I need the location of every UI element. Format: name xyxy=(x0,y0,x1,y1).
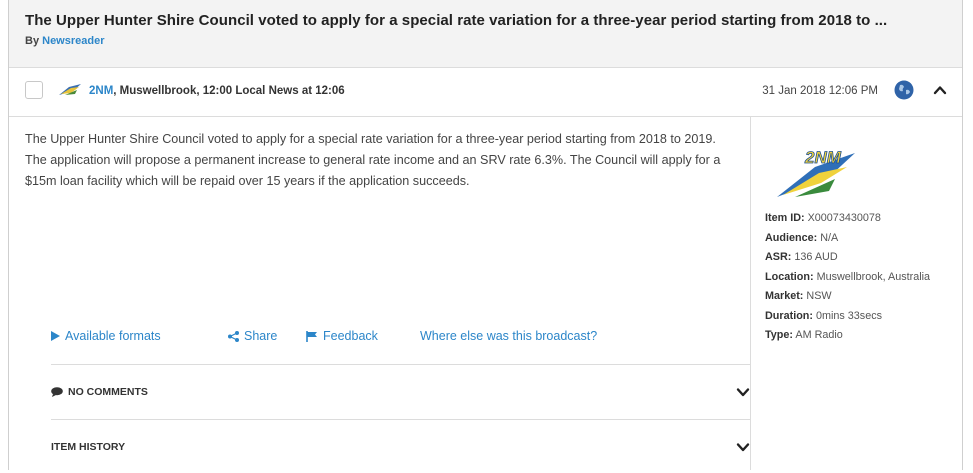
duration-row: Duration: 0mins 33secs xyxy=(765,309,882,322)
item-metadata: Item ID: X00073430078 Audience: N/A ASR:… xyxy=(765,209,945,346)
comments-section[interactable]: NO COMMENTS xyxy=(51,364,751,418)
item-title[interactable]: The Upper Hunter Shire Council voted to … xyxy=(25,12,955,29)
feedback-link[interactable]: Feedback xyxy=(306,329,378,343)
history-header: ITEM HISTORY xyxy=(51,441,125,453)
byline-prefix: By xyxy=(25,35,40,47)
history-label: ITEM HISTORY xyxy=(51,441,126,453)
chevron-down-icon[interactable] xyxy=(735,384,751,400)
source-label: 2NM, Muswellbrook, 12:00 Local News at 1… xyxy=(89,85,345,97)
comments-header: NO COMMENTS xyxy=(51,386,148,398)
available-formats-label: Available formats xyxy=(65,329,161,343)
station-link[interactable]: 2NM xyxy=(89,85,113,97)
chevron-down-icon[interactable] xyxy=(735,439,751,455)
broadcast-elsewhere-link[interactable]: Where else was this broadcast? xyxy=(420,329,597,343)
summary-column: The Upper Hunter Shire Council voted to … xyxy=(9,117,751,473)
market-row: Market: NSW xyxy=(765,290,832,302)
audience-row: Audience: N/A xyxy=(765,231,839,244)
play-icon xyxy=(51,331,60,341)
share-link[interactable]: Share xyxy=(228,329,277,343)
details-sidebar: 2NM Item ID: X00073430078 Audience: N/A … xyxy=(750,117,962,470)
location-row: Location: Muswellbrook, Australia xyxy=(765,270,931,283)
share-label: Share xyxy=(244,329,278,343)
source-details: , Muswellbrook, 12:00 Local News at 12:0… xyxy=(113,85,345,97)
station-logo: 2NM xyxy=(777,148,855,197)
flag-icon xyxy=(306,330,317,342)
feedback-label: Feedback xyxy=(323,329,378,343)
globe-icon[interactable] xyxy=(894,80,914,100)
asr-row: ASR: 136 AUD xyxy=(765,251,838,263)
broadcast-elsewhere-label: Where else was this broadcast? xyxy=(420,329,598,343)
item-history-section[interactable]: ITEM HISTORY xyxy=(51,419,751,473)
select-checkbox[interactable] xyxy=(25,81,43,99)
comments-label: NO COMMENTS xyxy=(68,386,148,398)
broadcast-datetime: 31 Jan 2018 12:06 PM xyxy=(762,85,878,97)
share-icon xyxy=(228,330,239,342)
item-content: The Upper Hunter Shire Council voted to … xyxy=(9,117,962,470)
item-id-row: Item ID: X00073430078 xyxy=(765,212,881,224)
byline: By Newsreader xyxy=(25,35,962,47)
source-row: 2NM, Muswellbrook, 12:00 Local News at 1… xyxy=(9,68,962,117)
media-item-panel: The Upper Hunter Shire Council voted to … xyxy=(8,0,963,470)
station-logo-text: 2NM xyxy=(804,148,842,167)
chevron-up-icon[interactable] xyxy=(932,82,948,98)
type-row: Type: AM Radio xyxy=(765,329,843,341)
author-link[interactable]: Newsreader xyxy=(42,35,104,47)
available-formats-link[interactable]: Available formats xyxy=(51,329,161,343)
item-header: The Upper Hunter Shire Council voted to … xyxy=(9,0,962,68)
comment-icon xyxy=(51,387,63,397)
radio-source-icon xyxy=(59,84,81,95)
item-summary: The Upper Hunter Shire Council voted to … xyxy=(25,132,721,188)
